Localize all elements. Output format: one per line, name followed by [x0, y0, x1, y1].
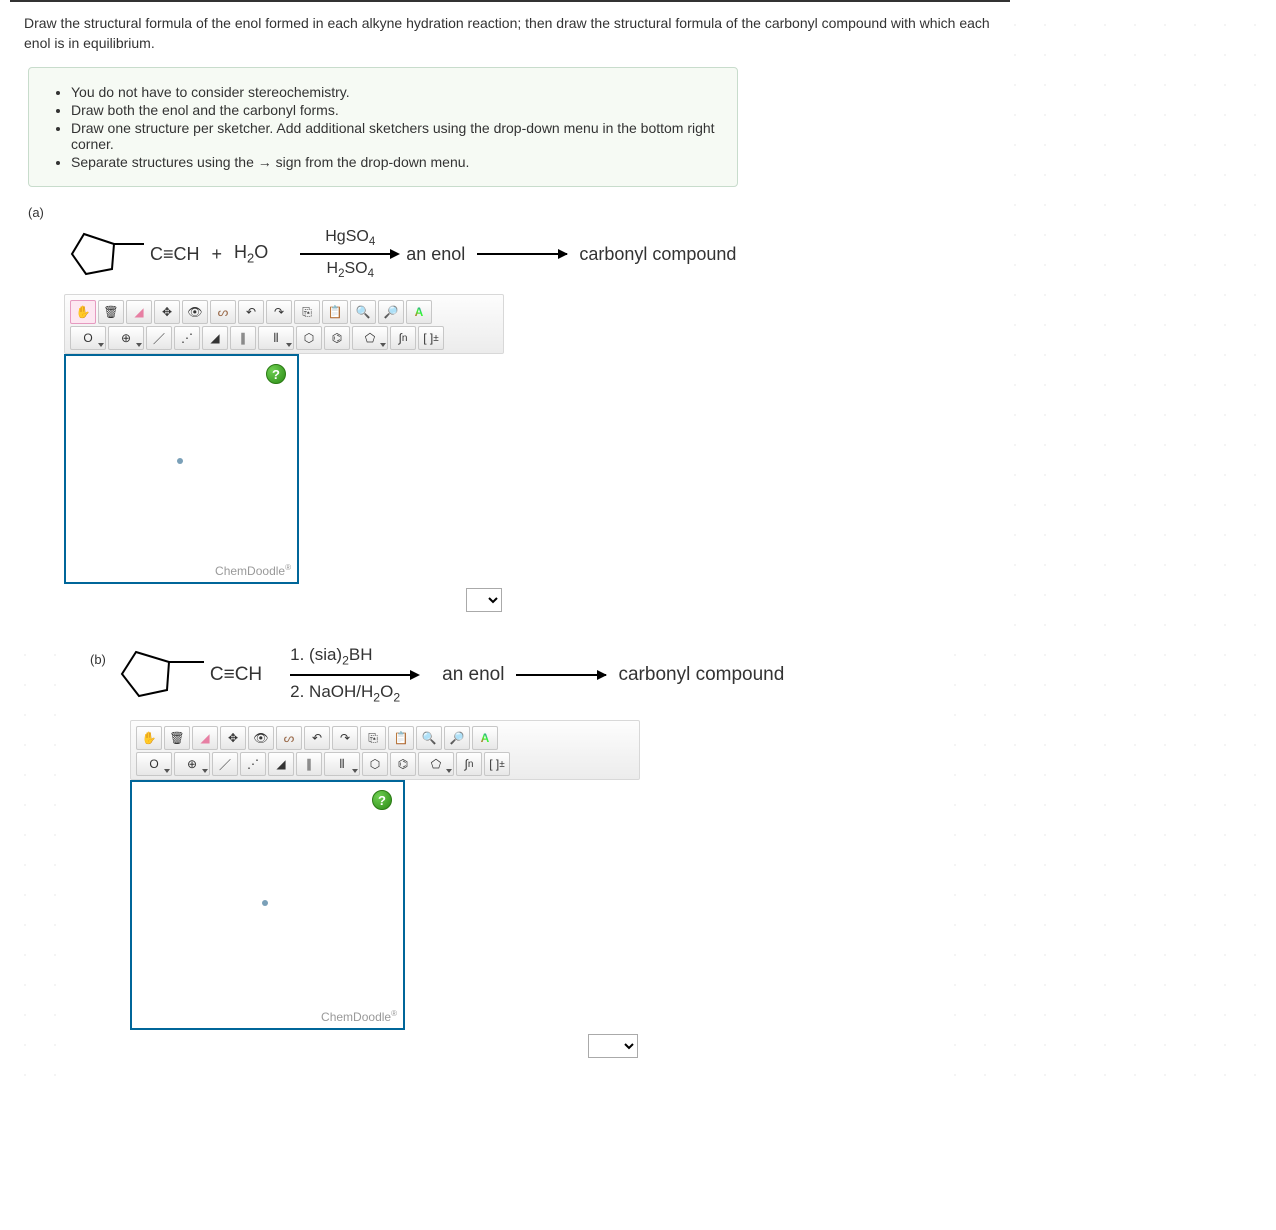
- tool-bond-more[interactable]: ⫴: [258, 326, 294, 350]
- hint-item: You do not have to consider stereochemis…: [71, 84, 715, 100]
- tool-chain[interactable]: ∫n: [390, 326, 416, 350]
- tool-copy[interactable]: ⎘: [360, 726, 386, 750]
- sketcher-canvas-b[interactable]: ? ChemDoodle®: [130, 780, 405, 1030]
- tool-eraser[interactable]: ◢: [192, 726, 218, 750]
- tool-chain[interactable]: ∫n: [456, 752, 482, 776]
- tool-move[interactable]: ✥: [154, 300, 180, 324]
- substrate-structure-b: [114, 640, 214, 710]
- tool-bond-double[interactable]: ∥: [230, 326, 256, 350]
- tool-ring-pent[interactable]: ⬠: [418, 752, 454, 776]
- hint-box: You do not have to consider stereochemis…: [28, 67, 738, 187]
- start-atom-b[interactable]: [262, 900, 268, 906]
- product-enol-b: an enol: [442, 664, 504, 686]
- tool-element[interactable]: O: [136, 752, 172, 776]
- add-sketcher-dropdown-b[interactable]: [588, 1034, 638, 1058]
- substrate-text-b: C≡CH: [210, 664, 262, 686]
- sketcher-help-b[interactable]: ?: [372, 790, 392, 810]
- tool-eraser[interactable]: ◢: [126, 300, 152, 324]
- tool-undo[interactable]: ↶: [238, 300, 264, 324]
- tool-paste[interactable]: 📋: [322, 300, 348, 324]
- arrow-to-carbonyl-a: [477, 253, 567, 255]
- tool-ring-benzene[interactable]: ⌬: [390, 752, 416, 776]
- part-b-label: (b): [90, 652, 106, 667]
- tool-color[interactable]: A: [406, 300, 432, 324]
- product-enol-a: an enol: [406, 244, 465, 265]
- sketcher-b: ✋ 🗑 ◢ ✥ 👁 ᔕ ↶ ↷ ⎘ 📋 🔍 🔎 A O ⊕ ／ ⋰ ◢ ∥: [130, 720, 640, 1060]
- cond-bot-a: H2SO4: [327, 260, 375, 280]
- tool-zoom-in[interactable]: 🔍: [416, 726, 442, 750]
- tool-ring-hex[interactable]: ⬡: [296, 326, 322, 350]
- hint-item: Draw both the enol and the carbonyl form…: [71, 102, 715, 118]
- product-carbonyl-b: carbonyl compound: [618, 664, 784, 686]
- tool-ring-pent[interactable]: ⬠: [352, 326, 388, 350]
- tool-view[interactable]: 👁: [182, 300, 208, 324]
- tool-zoom-out[interactable]: 🔎: [378, 300, 404, 324]
- tool-copy[interactable]: ⎘: [294, 300, 320, 324]
- start-atom-a[interactable]: [177, 458, 183, 464]
- tool-undo[interactable]: ↶: [304, 726, 330, 750]
- tool-charge[interactable]: ⊕: [108, 326, 144, 350]
- sketcher-help-a[interactable]: ?: [266, 364, 286, 384]
- tool-bond-single[interactable]: ／: [146, 326, 172, 350]
- tool-zoom-out[interactable]: 🔎: [444, 726, 470, 750]
- part-a-label: (a): [28, 205, 996, 220]
- tool-lasso[interactable]: ᔕ: [210, 300, 236, 324]
- tool-bond-wedge[interactable]: ◢: [202, 326, 228, 350]
- reaction-b: C≡CH 1. (sia)2BH 2. NaOH/H2O2 an enol ca…: [114, 640, 784, 710]
- cond-top-a: HgSO4: [325, 228, 375, 248]
- tool-color[interactable]: A: [472, 726, 498, 750]
- tool-lasso[interactable]: ᔕ: [276, 726, 302, 750]
- chemdoodle-brand-a: ChemDoodle®: [215, 563, 291, 578]
- substrate-structure-a: [64, 224, 154, 284]
- question-panel: Draw the structural formula of the enol …: [10, 0, 1010, 626]
- reaction-a: C≡CH + H2O HgSO4 H2SO4 an enol carbonyl …: [64, 224, 996, 284]
- tool-view[interactable]: 👁: [248, 726, 274, 750]
- substrate-text-a: C≡CH: [150, 244, 200, 265]
- tool-bracket[interactable]: [ ]±: [418, 326, 444, 350]
- tool-element[interactable]: O: [70, 326, 106, 350]
- product-carbonyl-a: carbonyl compound: [579, 244, 736, 265]
- hint-item: Draw one structure per sketcher. Add add…: [71, 120, 715, 152]
- cond-line2-b: 2. NaOH/H2O2: [290, 681, 400, 706]
- add-sketcher-dropdown-a[interactable]: [466, 588, 502, 612]
- tool-bond-single[interactable]: ／: [212, 752, 238, 776]
- sketcher-a: ✋ 🗑 ◢ ✥ 👁 ᔕ ↶ ↷ ⎘ 📋 🔍 🔎 A O ⊕ ／ ⋰ ◢ ∥: [64, 294, 504, 614]
- tool-bond-dash[interactable]: ⋰: [174, 326, 200, 350]
- tool-bond-wedge[interactable]: ◢: [268, 752, 294, 776]
- sketcher-toolbar-b: ✋ 🗑 ◢ ✥ 👁 ᔕ ↶ ↷ ⎘ 📋 🔍 🔎 A O ⊕ ／ ⋰ ◢ ∥: [130, 720, 640, 780]
- tool-bond-double[interactable]: ∥: [296, 752, 322, 776]
- tool-hand[interactable]: ✋: [70, 300, 96, 324]
- hint-item: Separate structures using the → sign fro…: [71, 154, 715, 170]
- tool-trash[interactable]: 🗑: [164, 726, 190, 750]
- tool-ring-benzene[interactable]: ⌬: [324, 326, 350, 350]
- tool-move[interactable]: ✥: [220, 726, 246, 750]
- part-b-section: (b) C≡CH 1. (sia)2BH 2. NaOH/H2O2 an eno…: [80, 626, 930, 1080]
- tool-zoom-in[interactable]: 🔍: [350, 300, 376, 324]
- tool-ring-hex[interactable]: ⬡: [362, 752, 388, 776]
- tool-charge[interactable]: ⊕: [174, 752, 210, 776]
- cond-line1-b: 1. (sia)2BH: [290, 644, 372, 669]
- sketcher-canvas-a[interactable]: ? ChemDoodle®: [64, 354, 299, 584]
- sketcher-toolbar-a: ✋ 🗑 ◢ ✥ 👁 ᔕ ↶ ↷ ⎘ 📋 🔍 🔎 A O ⊕ ／ ⋰ ◢ ∥: [64, 294, 504, 354]
- tool-bond-dash[interactable]: ⋰: [240, 752, 266, 776]
- reaction-arrow-a: HgSO4 H2SO4: [300, 228, 400, 280]
- tool-redo[interactable]: ↷: [332, 726, 358, 750]
- tool-redo[interactable]: ↷: [266, 300, 292, 324]
- tool-hand[interactable]: ✋: [136, 726, 162, 750]
- arrow-to-carbonyl-b: [516, 674, 606, 676]
- plus-sign: +: [212, 244, 223, 265]
- reagent-h2o: H2O: [234, 242, 268, 266]
- tool-bond-more[interactable]: ⫴: [324, 752, 360, 776]
- tool-bracket[interactable]: [ ]±: [484, 752, 510, 776]
- tool-trash[interactable]: 🗑: [98, 300, 124, 324]
- chemdoodle-brand-b: ChemDoodle®: [321, 1009, 397, 1024]
- question-prompt: Draw the structural formula of the enol …: [24, 14, 996, 53]
- tool-paste[interactable]: 📋: [388, 726, 414, 750]
